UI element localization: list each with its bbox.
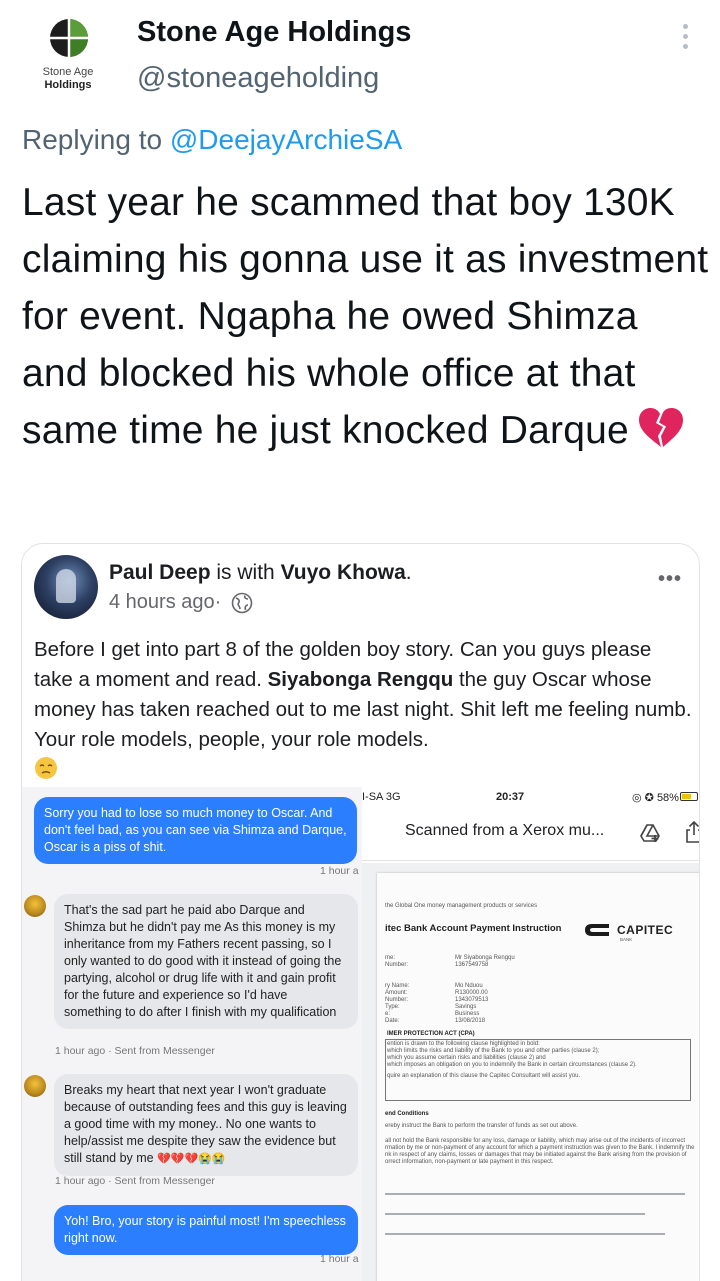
doc-line-16: 13/08/2018 xyxy=(455,1018,486,1024)
tweet-body: Last year he scammed that boy 130K claim… xyxy=(22,181,709,452)
doc-line-1: me: xyxy=(385,955,396,961)
doc-line-11: Mo Nduou xyxy=(455,983,483,989)
message-timestamp-2: 1 hour ago · Sent from Messenger xyxy=(55,1045,215,1057)
replying-to-line: Replying to @DeejayArchieSA xyxy=(22,124,402,156)
doc-line-26: orrect information, non-payment or late … xyxy=(385,1159,554,1165)
fb-post-bold-name: Siyabonga Rengqu xyxy=(267,668,454,691)
stone-age-logo-icon xyxy=(50,19,88,57)
doc-line-22: ereby instruct the Bank to perform the t… xyxy=(385,1123,578,1129)
tweet-media-image[interactable]: Paul Deep is with Vuyo Khowa. 4 hours ag… xyxy=(21,543,700,1281)
scanned-document-page: the Global One money management products… xyxy=(377,873,699,1281)
author-handle[interactable]: @stoneageholding xyxy=(137,62,379,95)
capitec-logo-icon xyxy=(585,924,609,936)
doc-line-20: which imposes an obligation on you to in… xyxy=(387,1062,637,1068)
doc-line-9: e: xyxy=(385,1011,391,1017)
message-bubble-sent-1: Sorry you had to lose so much money to O… xyxy=(34,797,357,864)
doc-line-19: which you assume certain risks and liabi… xyxy=(387,1055,546,1061)
doc-line-14: Savings xyxy=(455,1004,477,1010)
tweet-text: Last year he scammed that boy 130K claim… xyxy=(22,174,712,459)
doc-line-21: quire an explanation of this clause the … xyxy=(387,1073,581,1079)
fb-author-name: Paul Deep xyxy=(109,561,211,584)
fb-author-line: Paul Deep is with Vuyo Khowa. xyxy=(109,561,412,585)
doc-line-8: Type: xyxy=(385,1004,400,1010)
message-timestamp-4: 1 hour a xyxy=(320,1253,359,1265)
message-timestamp-1: 1 hour a xyxy=(320,865,359,877)
doc-line-23: all not hold the Bank responsible for an… xyxy=(385,1138,686,1144)
viewer-app-bar: Scanned from a Xerox mu... xyxy=(362,809,699,861)
doc-line-7: Number: xyxy=(385,997,409,1003)
doc-faint-line xyxy=(385,1193,685,1195)
more-options-icon[interactable] xyxy=(676,24,694,54)
sad-face-emoji-icon xyxy=(35,757,57,779)
doc-line-10: Date: xyxy=(385,1018,400,1024)
phone-screenshot: I-SA 3G 20:37 ◎ ✪ 58% Scanned from a Xer… xyxy=(362,787,699,1281)
fb-post-meta: 4 hours ago · xyxy=(109,591,253,614)
battery-percent: ◎ ✪ 58% xyxy=(632,792,679,804)
doc-line-15: Business xyxy=(455,1011,480,1017)
doc-line-6: Amount: xyxy=(385,990,408,996)
fb-more-icon: ••• xyxy=(658,568,683,590)
logo-text-line2: Holdings xyxy=(44,79,92,91)
globe-icon xyxy=(232,592,253,613)
fb-meta-separator: · xyxy=(214,591,222,613)
capitec-brand-sub: BANK xyxy=(620,937,633,942)
message-bubble-received-2: Breaks my heart that next year I won't g… xyxy=(54,1074,358,1176)
message-bubble-received-1: That's the sad part he paid abo Darque a… xyxy=(54,894,358,1029)
sender-avatar-1 xyxy=(24,895,46,917)
doc-line-4: 1367549758 xyxy=(455,962,489,968)
replying-to-label: Replying to xyxy=(22,124,170,155)
fb-period: . xyxy=(405,561,412,584)
phone-clock: 20:37 xyxy=(496,791,525,803)
fb-tagged-name: Vuyo Khowa xyxy=(280,561,406,584)
doc-line-2: Number: xyxy=(385,962,409,968)
author-display-name[interactable]: Stone Age Holdings xyxy=(137,16,411,49)
document-title: Scanned from a Xerox mu... xyxy=(405,822,605,839)
messenger-screenshot: Sorry you had to lose so much money to O… xyxy=(22,787,362,1281)
message-bubble-sent-2: Yoh! Bro, your story is painful most! I'… xyxy=(54,1205,358,1255)
fb-author-avatar xyxy=(34,555,98,619)
doc-line-3: Mr Siyabonga Rengqu xyxy=(455,955,515,961)
doc-line-12: R130000.00 xyxy=(455,990,488,996)
doc-line-24: rmation by me or non-payment of any acco… xyxy=(385,1145,695,1151)
logo-text-line1: Stone Age xyxy=(42,66,94,78)
battery-percent-text: 58% xyxy=(656,792,679,804)
battery-icon xyxy=(680,792,698,801)
doc-faint-line xyxy=(385,1213,645,1215)
doc-line-17: ention is drawn to the following clause … xyxy=(387,1041,540,1047)
fb-post-time: 4 hours ago xyxy=(109,591,215,613)
message-timestamp-3: 1 hour ago · Sent from Messenger xyxy=(55,1175,215,1187)
capitec-brand: CAPITEC xyxy=(617,923,674,937)
doc-line-5: ry Name: xyxy=(385,983,410,989)
share-icon xyxy=(686,821,699,843)
broken-hearts-crying-emoji: 💔💔💔😭😭 xyxy=(157,1153,226,1165)
doc-line-25: nk in respect of any claims, losses or d… xyxy=(385,1152,687,1158)
fb-post-text: Before I get into part 8 of the golden b… xyxy=(34,635,694,755)
fb-with-text: is with xyxy=(210,561,281,584)
doc-line-18: which limits the risks and liability of … xyxy=(387,1048,600,1054)
sender-avatar-2 xyxy=(24,1075,46,1097)
doc-faint-line xyxy=(385,1233,665,1235)
doc-line-0: the Global One money management products… xyxy=(385,903,538,909)
author-avatar[interactable]: Stone Age Holdings xyxy=(22,18,114,102)
phone-status-bar: I-SA 3G 20:37 ◎ ✪ 58% xyxy=(362,787,699,807)
replying-to-mention[interactable]: @DeejayArchieSA xyxy=(170,124,402,155)
broken-heart-icon xyxy=(638,408,683,447)
doc-section-cpa: IMER PROTECTION ACT (CPA) xyxy=(387,1031,475,1037)
doc-heading: itec Bank Account Payment Instruction xyxy=(385,923,562,934)
doc-section-terms: end Conditions xyxy=(385,1111,429,1117)
carrier-signal: I-SA 3G xyxy=(362,791,401,803)
add-to-drive-icon xyxy=(640,824,660,842)
doc-line-13: 1343079513 xyxy=(455,997,489,1003)
